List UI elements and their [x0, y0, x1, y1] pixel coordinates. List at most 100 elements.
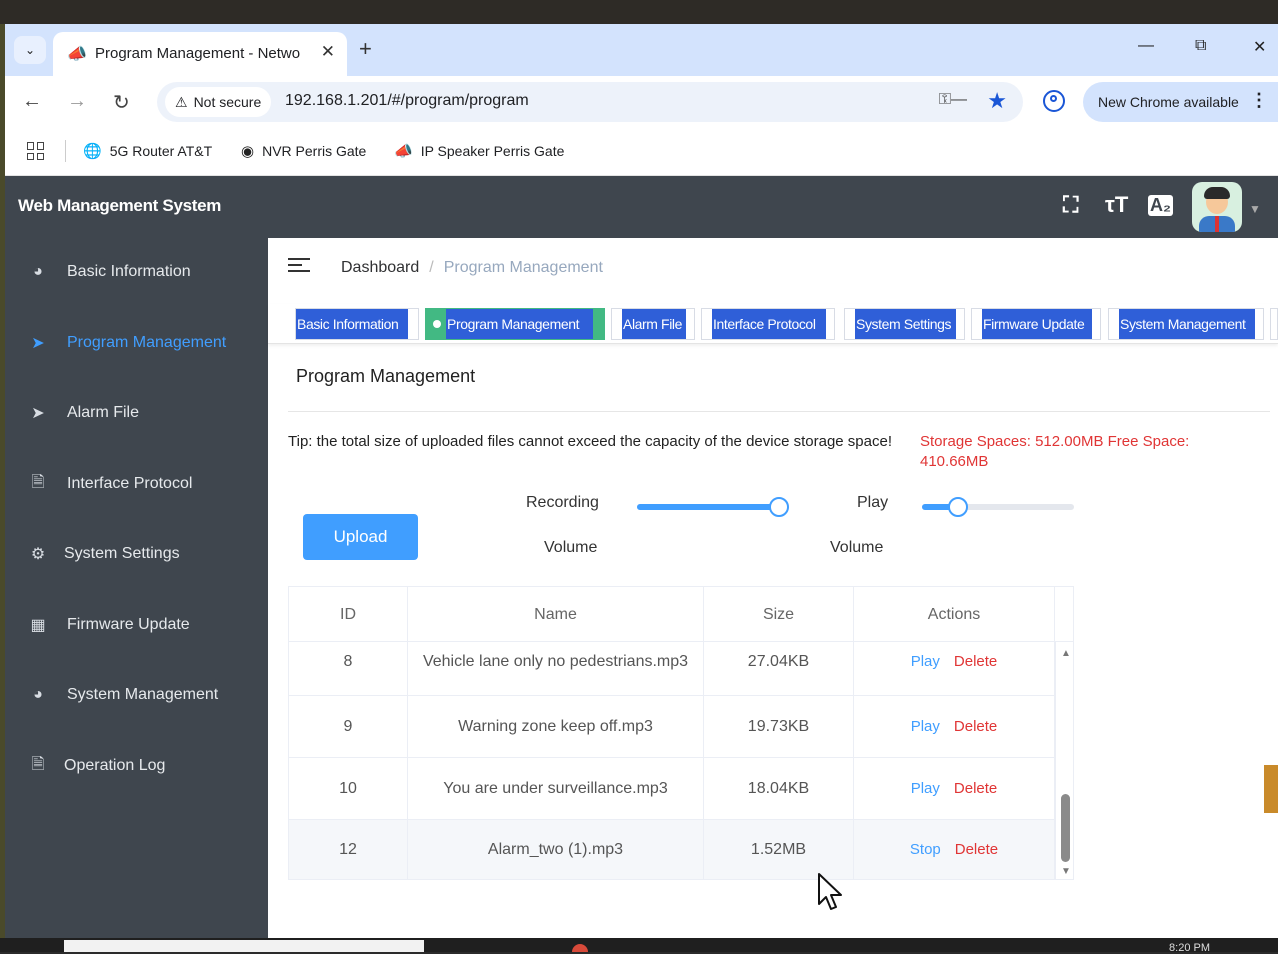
cell-size: 1.52MB [704, 820, 854, 879]
close-tab-icon[interactable]: ✕ [321, 42, 335, 62]
scroll-up-icon[interactable]: ▲ [1061, 648, 1071, 659]
restore-button[interactable]: ⧉ [1195, 37, 1206, 55]
tag-label: Alarm File [622, 309, 686, 339]
tag-firmware-update[interactable]: Firmware Update [971, 308, 1101, 340]
slider-handle[interactable] [948, 497, 969, 517]
sidebar-item-program-management[interactable]: ➤ Program Management [5, 313, 268, 373]
sidebar-item-firmware-update[interactable]: ▦ Firmware Update [5, 595, 268, 655]
minimize-button[interactable]: — [1138, 37, 1154, 55]
sidebar-item-label: Operation Log [64, 757, 166, 774]
tag-system-settings[interactable]: System Settings [844, 308, 965, 340]
delete-button[interactable]: Delete [955, 839, 998, 861]
tag-overflow[interactable] [1270, 308, 1278, 340]
address-bar[interactable]: ⚠ Not secure 192.168.1.201/#/program/pro… [157, 82, 1023, 122]
translate-icon[interactable]: A₂ [1148, 195, 1173, 216]
sidebar-item-label: Interface Protocol [67, 475, 193, 492]
back-button[interactable]: ← [22, 90, 42, 113]
breadcrumb-current: Program Management [443, 259, 603, 276]
sidebar-item-system-management[interactable]: ◕ System Management [5, 665, 268, 725]
cell-name: Vehicle lane only no pedestrians.mp3 [408, 642, 704, 695]
globe-icon: ◕ [33, 686, 43, 703]
play-volume-slider[interactable] [922, 497, 1074, 517]
document-icon: 🗎 [31, 473, 45, 491]
play-button[interactable]: Play [911, 651, 940, 673]
sidebar-item-basic-information[interactable]: ◕ Basic Information [5, 242, 268, 302]
cell-name: Warning zone keep off.mp3 [408, 696, 704, 757]
tag-program-management[interactable]: Program Management [425, 308, 605, 340]
scrollbar-thumb[interactable] [1061, 794, 1070, 862]
delete-button[interactable]: Delete [954, 778, 997, 800]
recording-volume-slider[interactable] [637, 497, 789, 517]
menu-collapse-icon[interactable] [288, 258, 310, 276]
divider [288, 411, 1270, 412]
storage-tip: Tip: the total size of uploaded files ca… [288, 433, 892, 450]
password-key-icon[interactable]: ⚿— [939, 91, 967, 109]
chrome-update-button[interactable]: New Chrome available ⋮ [1083, 82, 1278, 122]
new-tab-button[interactable]: + [359, 36, 372, 62]
taskbar-search[interactable] [64, 940, 424, 952]
bookmark-nvr[interactable]: ◉ NVR Perris Gate [241, 142, 366, 160]
caret-down-icon[interactable]: ▼ [1249, 202, 1261, 216]
font-size-icon[interactable]: τT [1105, 192, 1128, 218]
taskbar-app-icon[interactable] [572, 944, 588, 952]
sidebar-item-alarm-file[interactable]: ➤ Alarm File [5, 383, 268, 443]
bookmark-star-icon[interactable]: ★ [987, 88, 1007, 114]
cell-actions: Stop Delete [854, 820, 1055, 879]
sidebar-item-interface-protocol[interactable]: 🗎 Interface Protocol [5, 454, 268, 514]
tab-search-button[interactable]: ⌄ [14, 36, 46, 64]
tag-label: System Management [1119, 309, 1255, 339]
delete-button[interactable]: Delete [954, 651, 997, 673]
profile-icon[interactable] [1043, 90, 1065, 112]
security-chip[interactable]: ⚠ Not secure [165, 87, 272, 117]
breadcrumb: Dashboard / Program Management [341, 259, 603, 277]
stop-button[interactable]: Stop [910, 839, 941, 861]
sidebar-item-label: Basic Information [67, 263, 191, 280]
bookmark-ip-speaker[interactable]: 📣 IP Speaker Perris Gate [394, 142, 564, 160]
fullscreen-icon[interactable]: ⛶ [1063, 192, 1078, 218]
chevron-down-icon: ⌄ [24, 43, 36, 57]
camera-icon: ◉ [241, 143, 255, 160]
megaphone-icon: 📣 [67, 46, 87, 63]
url-text[interactable]: 192.168.1.201/#/program/program [285, 92, 529, 110]
tag-system-management[interactable]: System Management [1108, 308, 1264, 340]
bookmark-label: 5G Router AT&T [109, 143, 213, 159]
table-scrollbar[interactable]: ▲ ▼ [1055, 642, 1073, 879]
tag-label: Interface Protocol [712, 309, 826, 339]
cell-name: You are under surveillance.mp3 [408, 758, 704, 819]
tag-interface-protocol[interactable]: Interface Protocol [701, 308, 835, 340]
breadcrumb-separator: / [429, 259, 434, 276]
more-menu-icon[interactable]: ⋮ [1250, 90, 1268, 111]
tag-label-wrap: Program Management [446, 309, 593, 339]
tag-basic-information[interactable]: Basic Information [295, 308, 419, 340]
cell-actions: Play Delete [854, 642, 1055, 695]
tab-strip: ⌄ 📣 Program Management - Netwo ✕ + — ⧉ ✕ [5, 24, 1278, 76]
security-label: Not secure [193, 94, 262, 110]
bookmark-label: NVR Perris Gate [262, 143, 367, 159]
sidebar-item-operation-log[interactable]: 🗎 Operation Log [5, 736, 268, 796]
close-window-button[interactable]: ✕ [1253, 37, 1266, 57]
play-button[interactable]: Play [911, 778, 940, 800]
breadcrumb-dashboard[interactable]: Dashboard [341, 259, 419, 276]
megaphone-icon: 📣 [394, 143, 413, 160]
reload-button[interactable]: ↻ [113, 90, 130, 115]
recording-volume-label: Volume [544, 539, 598, 556]
avatar[interactable] [1192, 182, 1242, 232]
browser-tab-active[interactable]: 📣 Program Management - Netwo ✕ [53, 32, 347, 76]
tag-alarm-file[interactable]: Alarm File [611, 308, 695, 340]
paper-plane-icon: ➤ [31, 405, 45, 422]
upload-button[interactable]: Upload [303, 514, 418, 560]
warning-icon: ⚠ [175, 93, 188, 110]
forward-button[interactable]: → [67, 90, 87, 113]
bookmarks-divider [65, 140, 66, 162]
apps-grid-icon[interactable] [27, 142, 45, 160]
taskbar-clock: 8:20 PM [1169, 942, 1210, 954]
desktop-widget[interactable] [1264, 765, 1278, 813]
delete-button[interactable]: Delete [954, 716, 997, 738]
bookmark-5g-router[interactable]: 🌐 5G Router AT&T [83, 142, 212, 160]
scroll-down-icon[interactable]: ▼ [1061, 866, 1071, 877]
play-button[interactable]: Play [911, 716, 940, 738]
play-volume-label: Volume [830, 539, 884, 556]
recording-label: Recording [526, 494, 599, 511]
slider-handle[interactable] [769, 497, 789, 517]
sidebar-item-system-settings[interactable]: ⚙ System Settings [5, 524, 268, 584]
